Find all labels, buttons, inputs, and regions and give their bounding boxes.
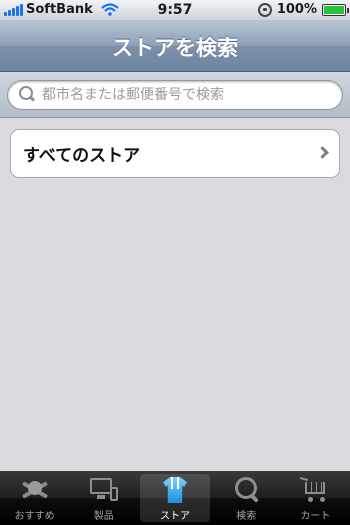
search-icon [16, 83, 40, 107]
cart-icon [299, 475, 331, 505]
tab-label: 検索 [236, 511, 257, 522]
tab-bar: おすすめ 製品 ストア 検索 カート [0, 471, 350, 525]
tab-label: 製品 [93, 511, 114, 522]
tab-cart[interactable]: カート [281, 471, 350, 525]
tab-search[interactable]: 検索 [212, 471, 281, 525]
search-field-container[interactable] [7, 80, 343, 110]
tab-recommend[interactable]: おすすめ [0, 471, 69, 525]
status-bar: SoftBank 9:57 100% [0, 0, 350, 20]
recommend-icon [19, 475, 51, 505]
tab-label: カート [300, 511, 331, 522]
page-title: ストアを検索 [112, 36, 238, 60]
search-icon [230, 475, 262, 505]
store-icon [159, 475, 191, 505]
battery-group: 100% [257, 2, 349, 17]
navigation-bar: ストアを検索 [0, 20, 350, 72]
all-stores-label: すべてのストア [23, 146, 141, 166]
tab-products[interactable]: 製品 [69, 471, 138, 525]
battery-percent: 100% [276, 2, 317, 17]
chevron-right-icon [316, 146, 329, 159]
search-bar [0, 72, 350, 118]
tab-store[interactable]: ストア [140, 474, 210, 522]
rotation-lock-icon [257, 2, 272, 17]
tab-label: ストア [160, 511, 190, 522]
search-input[interactable] [42, 87, 332, 103]
products-icon [88, 475, 120, 505]
battery-icon [322, 3, 349, 16]
all-stores-row[interactable]: すべてのストア [10, 129, 340, 178]
tab-label: おすすめ [14, 511, 55, 522]
